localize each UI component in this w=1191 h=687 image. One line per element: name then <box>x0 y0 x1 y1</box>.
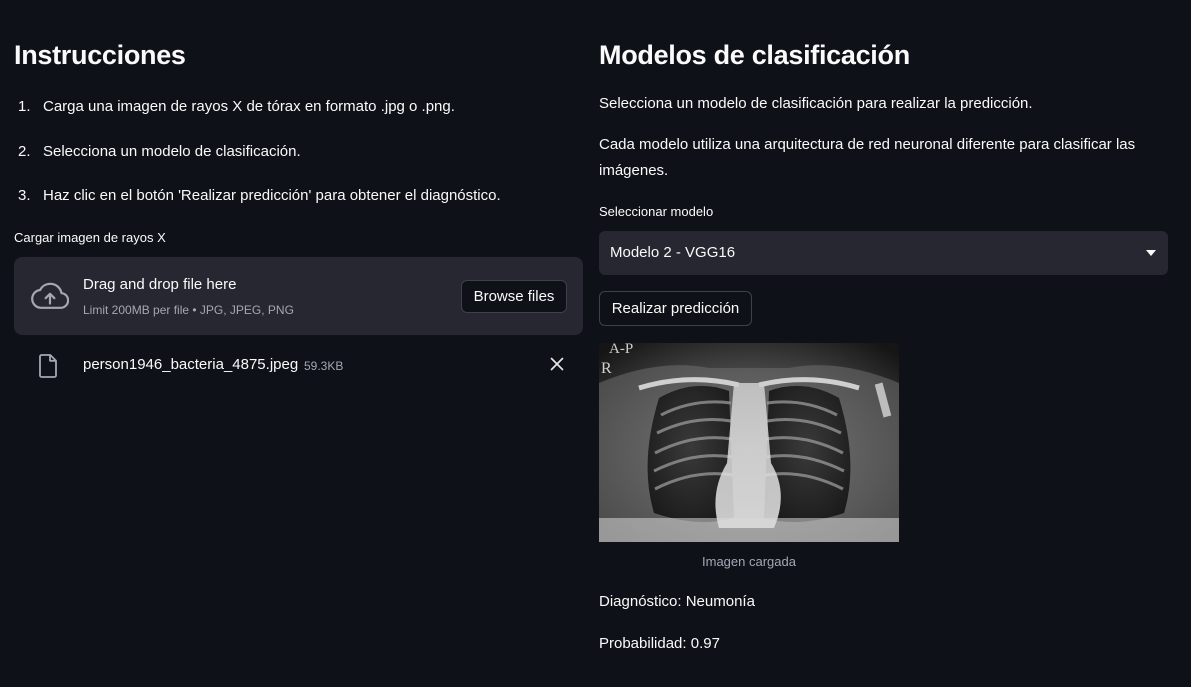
models-intro: Selecciona un modelo de clasificación pa… <box>599 95 1033 112</box>
xray-image: A-P R <box>599 343 899 542</box>
models-description: Cada modelo utiliza una arquitectura de … <box>599 136 1136 179</box>
step-number: 2. <box>18 142 31 160</box>
step-number: 3. <box>18 187 31 204</box>
instruction-step: 3. Haz clic en el botón 'Realizar predic… <box>14 185 583 230</box>
step-text: Selecciona un modelo de clasificación. <box>43 142 301 160</box>
predict-button[interactable]: Realizar predicción <box>599 291 752 326</box>
step-text: Haz clic en el botón 'Realizar predicció… <box>43 187 501 204</box>
xray-marker-ap: A-P <box>609 343 633 357</box>
model-select-label: Seleccionar modelo <box>599 204 714 219</box>
file-dropzone[interactable]: Drag and drop file here Limit 200MB per … <box>14 257 583 335</box>
close-icon[interactable] <box>549 356 565 372</box>
file-name: person1946_bacteria_4875.jpeg <box>83 356 299 373</box>
dropzone-title: Drag and drop file here <box>83 276 237 293</box>
instruction-step: 2. Selecciona un modelo de clasificación… <box>14 141 583 186</box>
diagnosis-result: Diagnóstico: Neumonía <box>599 593 755 610</box>
file-size: 59.3KB <box>304 359 344 373</box>
model-select-value: Modelo 2 - VGG16 <box>610 244 736 261</box>
uploaded-file-row: person1946_bacteria_4875.jpeg 59.3KB <box>14 345 583 385</box>
model-select[interactable]: Modelo 2 - VGG16 <box>599 231 1168 275</box>
image-caption: Imagen cargada <box>702 554 796 569</box>
file-icon <box>39 354 57 378</box>
step-number: 1. <box>18 98 31 115</box>
app-page: Instrucciones 1. Carga una imagen de ray… <box>0 0 1191 687</box>
browse-files-button[interactable]: Browse files <box>461 280 567 313</box>
instruction-step: 1. Carga una imagen de rayos X de tórax … <box>14 96 583 141</box>
probability-result: Probabilidad: 0.97 <box>599 635 720 652</box>
step-text: Carga una imagen de rayos X de tórax en … <box>43 98 455 115</box>
dropzone-limit: Limit 200MB per file • JPG, JPEG, PNG <box>83 303 294 317</box>
cloud-upload-icon <box>31 282 69 309</box>
uploader-label: Cargar imagen de rayos X <box>14 230 166 245</box>
models-title: Modelos de clasificación <box>599 40 910 70</box>
xray-marker-r: R <box>601 360 612 377</box>
instructions-title: Instrucciones <box>14 40 186 70</box>
chevron-down-icon <box>1146 250 1156 256</box>
chest-xray-graphic: A-P R <box>599 343 899 542</box>
instructions-list: 1. Carga una imagen de rayos X de tórax … <box>14 96 583 230</box>
